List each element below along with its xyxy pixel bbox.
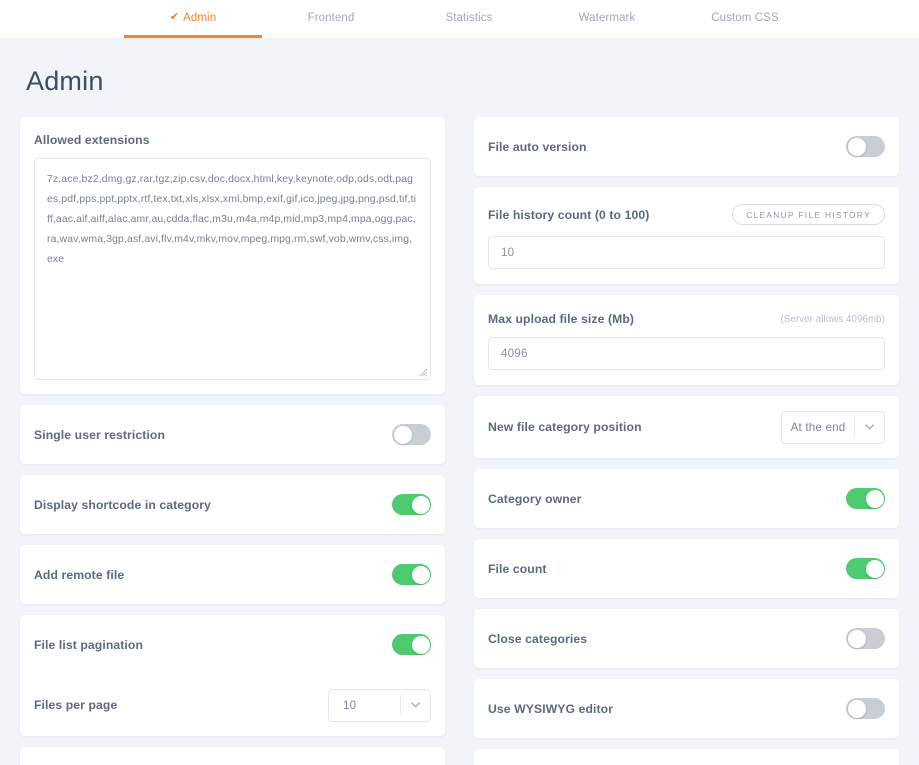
settings-tab-bar: ✔ Admin Frontend Statistics Watermark Cu… xyxy=(0,0,919,39)
new-file-category-position-label: New file category position xyxy=(488,420,642,434)
tab-custom-css[interactable]: Custom CSS xyxy=(676,0,814,38)
file-list-pagination-label: File list pagination xyxy=(34,638,143,652)
server-allows-hint: (Server allows 4096mb) xyxy=(781,314,886,325)
add-remote-file-card: Add remote file xyxy=(20,545,445,604)
file-auto-version-label: File auto version xyxy=(488,140,587,154)
tab-frontend[interactable]: Frontend xyxy=(262,0,400,38)
single-user-restriction-card: Single user restriction xyxy=(20,405,445,464)
category-owner-row: Category owner xyxy=(488,469,885,528)
chevron-down-icon[interactable] xyxy=(855,424,884,430)
file-list-pagination-toggle[interactable] xyxy=(392,634,431,655)
file-history-count-value: 10 xyxy=(501,246,514,259)
page-title: Admin xyxy=(20,39,899,117)
max-upload-file-size-label: Max upload file size (Mb) xyxy=(488,312,634,326)
checkmark-icon: ✔ xyxy=(170,12,179,23)
left-column: Allowed extensions 7z,ace,bz2,dmg,gz,rar… xyxy=(20,117,445,765)
file-list-pagination-row: File list pagination xyxy=(34,615,431,674)
file-history-count-head: File history count (0 to 100) CLEANUP FI… xyxy=(488,187,885,236)
display-shortcode-toggle[interactable] xyxy=(392,494,431,515)
file-list-load-more-row: File list load more xyxy=(34,747,431,765)
toggle-knob xyxy=(394,426,412,444)
use-wysiwyg-editor-label: Use WYSIWYG editor xyxy=(488,702,613,716)
files-per-page-select[interactable]: 10 xyxy=(328,689,431,722)
file-list-load-more-card: File list load more xyxy=(20,747,445,765)
new-file-category-position-card: New file category position At the end xyxy=(474,396,899,458)
resize-grip-icon[interactable] xyxy=(417,366,428,377)
tab-admin[interactable]: ✔ Admin xyxy=(124,0,262,38)
file-history-count-card: File history count (0 to 100) CLEANUP FI… xyxy=(474,187,899,284)
file-count-row: File count xyxy=(488,539,885,598)
display-shortcode-row: Display shortcode in category xyxy=(34,475,431,534)
allowed-extensions-label: Allowed extensions xyxy=(34,117,431,158)
display-shortcode-card: Display shortcode in category xyxy=(20,475,445,534)
single-user-restriction-toggle[interactable] xyxy=(392,424,431,445)
close-categories-card: Close categories xyxy=(474,609,899,668)
add-remote-file-toggle[interactable] xyxy=(392,564,431,585)
toggle-knob xyxy=(848,630,866,648)
file-history-count-input[interactable]: 10 xyxy=(488,236,885,269)
close-categories-toggle[interactable] xyxy=(846,628,885,649)
toggle-knob xyxy=(412,496,430,514)
display-shortcode-label: Display shortcode in category xyxy=(34,498,211,512)
files-per-page-row: Files per page 10 xyxy=(34,674,431,736)
new-file-category-position-value: At the end xyxy=(782,421,854,434)
settings-page: Admin Allowed extensions 7z,ace,bz2,dmg,… xyxy=(0,39,919,765)
close-categories-row: Close categories xyxy=(488,609,885,668)
toggle-knob xyxy=(866,490,884,508)
category-owner-toggle[interactable] xyxy=(846,488,885,509)
use-wysiwyg-editor-card: Use WYSIWYG editor xyxy=(474,679,899,738)
toggle-knob xyxy=(412,566,430,584)
new-file-category-position-select[interactable]: At the end xyxy=(781,411,885,444)
max-upload-file-size-input[interactable]: 4096 xyxy=(488,337,885,370)
single-user-restriction-label: Single user restriction xyxy=(34,428,165,442)
allowed-extensions-card: Allowed extensions 7z,ace,bz2,dmg,gz,rar… xyxy=(20,117,445,394)
tab-frontend-label: Frontend xyxy=(308,12,355,24)
file-auto-version-row: File auto version xyxy=(488,117,885,176)
max-upload-file-size-card: Max upload file size (Mb) (Server allows… xyxy=(474,295,899,385)
chevron-down-icon[interactable] xyxy=(401,702,430,708)
toggle-knob xyxy=(412,636,430,654)
single-user-restriction-row: Single user restriction xyxy=(34,405,431,464)
file-count-toggle[interactable] xyxy=(846,558,885,579)
tab-custom-css-label: Custom CSS xyxy=(711,12,778,24)
cleanup-file-history-button[interactable]: CLEANUP FILE HISTORY xyxy=(732,204,885,225)
file-count-card: File count xyxy=(474,539,899,598)
new-file-category-position-row: New file category position At the end xyxy=(488,396,885,458)
file-auto-version-card: File auto version xyxy=(474,117,899,176)
add-remote-file-row: Add remote file xyxy=(34,545,431,604)
settings-columns: Allowed extensions 7z,ace,bz2,dmg,gz,rar… xyxy=(20,117,899,765)
tab-watermark[interactable]: Watermark xyxy=(538,0,676,38)
file-history-count-label: File history count (0 to 100) xyxy=(488,208,649,222)
category-owner-card: Category owner xyxy=(474,469,899,528)
use-wysiwyg-editor-row: Use WYSIWYG editor xyxy=(488,679,885,738)
tab-statistics[interactable]: Statistics xyxy=(400,0,538,38)
toggle-knob xyxy=(848,138,866,156)
use-wysiwyg-editor-toggle[interactable] xyxy=(846,698,885,719)
allowed-extensions-textarea[interactable]: 7z,ace,bz2,dmg,gz,rar,tgz,zip,csv,doc,do… xyxy=(34,158,431,380)
add-remote-file-label: Add remote file xyxy=(34,568,124,582)
file-list-pagination-card: File list pagination Files per page 10 xyxy=(20,615,445,736)
delete-all-files-on-uninstall-card: Delete all files on uninstall xyxy=(474,749,899,765)
right-column: File auto version File history count (0 … xyxy=(474,117,899,765)
max-upload-file-size-value: 4096 xyxy=(501,347,528,360)
file-auto-version-toggle[interactable] xyxy=(846,136,885,157)
tab-watermark-label: Watermark xyxy=(579,12,636,24)
allowed-extensions-value: 7z,ace,bz2,dmg,gz,rar,tgz,zip,csv,doc,do… xyxy=(47,174,416,265)
delete-all-files-on-uninstall-row: Delete all files on uninstall xyxy=(488,749,885,765)
files-per-page-value: 10 xyxy=(329,699,400,712)
files-per-page-label: Files per page xyxy=(34,698,117,712)
tab-statistics-label: Statistics xyxy=(445,12,492,24)
category-owner-label: Category owner xyxy=(488,492,582,506)
max-upload-file-size-head: Max upload file size (Mb) (Server allows… xyxy=(488,295,885,337)
close-categories-label: Close categories xyxy=(488,632,587,646)
toggle-knob xyxy=(848,700,866,718)
file-count-label: File count xyxy=(488,562,547,576)
toggle-knob xyxy=(866,560,884,578)
tab-admin-label: Admin xyxy=(183,12,216,24)
